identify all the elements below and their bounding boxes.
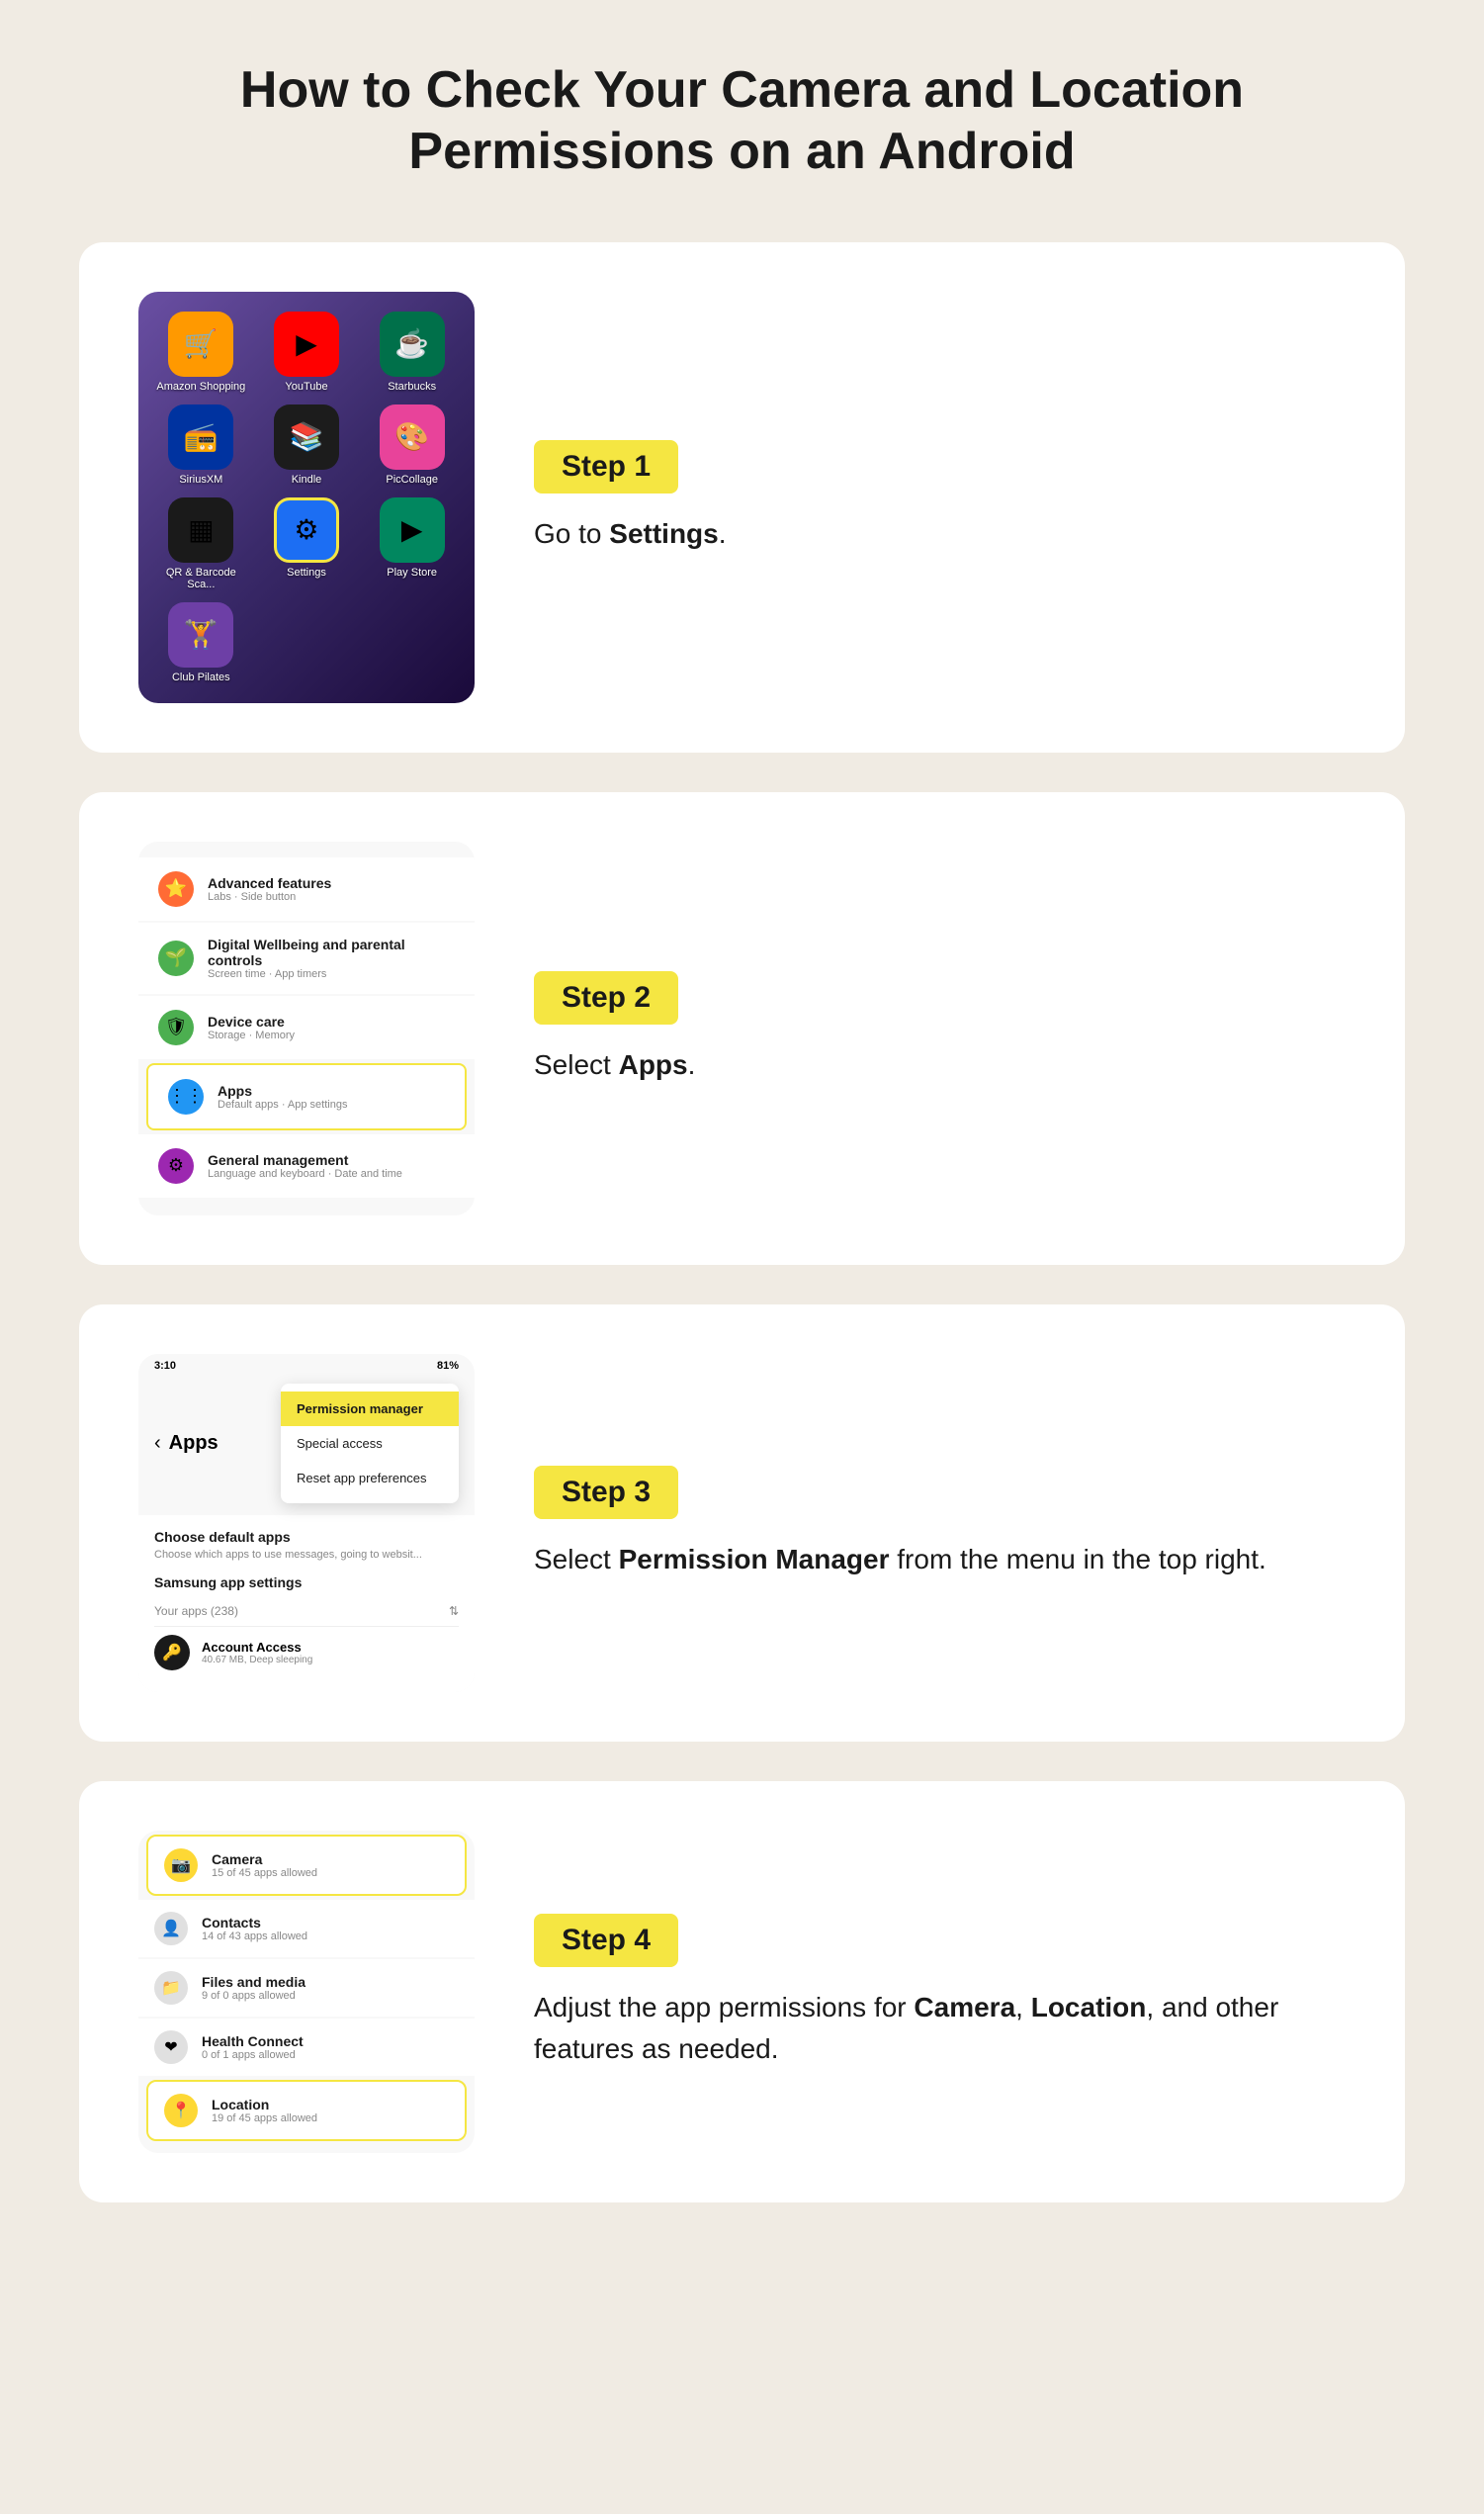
settings-item-digital-wellbeing-and-parental-controls: 🌱Digital Wellbeing and parental controls… bbox=[138, 923, 475, 994]
step1-phone: 🛒Amazon Shopping▶YouTube☕Starbucks 📻Siriu… bbox=[138, 292, 475, 703]
perm-item-health-connect: ❤Health Connect0 of 1 apps allowed bbox=[138, 2019, 475, 2076]
settings-item-apps: ⋮⋮AppsDefault apps · App settings bbox=[146, 1063, 467, 1130]
settings-screen: ⭐Advanced featuresLabs · Side button🌱Dig… bbox=[138, 842, 475, 1215]
step2-description: Select Apps. bbox=[534, 1044, 1346, 1086]
perm-item-files-and-media: 📁Files and media9 of 0 apps allowed bbox=[138, 1959, 475, 2017]
app-icon-siriusxm: 📻SiriusXM bbox=[154, 404, 248, 486]
step2-card: ⭐Advanced featuresLabs · Side button🌱Dig… bbox=[79, 792, 1405, 1265]
apps-count-row: Your apps (238) ⇅ bbox=[154, 1604, 459, 1618]
step1-badge: Step 1 bbox=[534, 440, 678, 494]
step4-description: Adjust the app permissions for Camera, L… bbox=[534, 1987, 1346, 2070]
apps-section-sub: Choose which apps to use messages, going… bbox=[154, 1549, 459, 1561]
apps-body: Choose default apps Choose which apps to… bbox=[138, 1515, 475, 1692]
app-icon-starbucks: ☕Starbucks bbox=[365, 312, 459, 393]
perm-item-camera: 📷Camera15 of 45 apps allowed bbox=[146, 1835, 467, 1896]
permission-dropdown: Permission managerSpecial accessReset ap… bbox=[281, 1384, 459, 1503]
dropdown-item-reset-app-preferences[interactable]: Reset app preferences bbox=[281, 1461, 459, 1495]
battery: 81% bbox=[437, 1360, 459, 1372]
apps-screen: 3:10 81% ‹ Apps Permission managerSpecia… bbox=[138, 1354, 475, 1692]
account-access-icon: 🔑 bbox=[154, 1635, 190, 1670]
step1-card: 🛒Amazon Shopping▶YouTube☕Starbucks 📻Siriu… bbox=[79, 242, 1405, 753]
dropdown-item-permission-manager[interactable]: Permission manager bbox=[281, 1392, 459, 1426]
step4-card: 📷Camera15 of 45 apps allowed👤Contacts14 … bbox=[79, 1781, 1405, 2202]
app-icon-kindle: 📚Kindle bbox=[260, 404, 354, 486]
step3-card: 3:10 81% ‹ Apps Permission managerSpecia… bbox=[79, 1304, 1405, 1742]
settings-item-device-care: 🛡Device careStorage · Memory bbox=[138, 996, 475, 1059]
step3-content: Step 3 Select Permission Manager from th… bbox=[534, 1466, 1346, 1580]
step4-badge: Step 4 bbox=[534, 1914, 678, 1967]
step3-badge: Step 3 bbox=[534, 1466, 678, 1519]
step1-description: Go to Settings. bbox=[534, 513, 1346, 555]
apps-header-left: ‹ Apps bbox=[154, 1432, 218, 1455]
app-icon-clubpilates: 🏋Club Pilates bbox=[154, 602, 248, 683]
page-title: How to Check Your Camera and Location Pe… bbox=[79, 40, 1405, 203]
app-icon-qr&barcodesca...: ▦QR & Barcode Sca... bbox=[154, 497, 248, 590]
step2-badge: Step 2 bbox=[534, 971, 678, 1025]
app-icon-playstore: ▶Play Store bbox=[365, 497, 459, 590]
step2-content: Step 2 Select Apps. bbox=[534, 971, 1346, 1086]
perm-item-contacts: 👤Contacts14 of 43 apps allowed bbox=[138, 1900, 475, 1957]
step3-phone: 3:10 81% ‹ Apps Permission managerSpecia… bbox=[138, 1354, 475, 1692]
account-access-text: Account Access 40.67 MB, Deep sleeping bbox=[202, 1640, 312, 1665]
step1-content: Step 1 Go to Settings. bbox=[534, 440, 1346, 555]
apps-section-title: Choose default apps bbox=[154, 1529, 459, 1545]
apps-list-item: 🔑 Account Access 40.67 MB, Deep sleeping bbox=[154, 1626, 459, 1678]
home-screen: 🛒Amazon Shopping▶YouTube☕Starbucks 📻Siriu… bbox=[138, 292, 475, 703]
step3-description: Select Permission Manager from the menu … bbox=[534, 1539, 1346, 1580]
settings-item-general-management: ⚙General managementLanguage and keyboard… bbox=[138, 1134, 475, 1198]
time: 3:10 bbox=[154, 1360, 176, 1372]
step4-content: Step 4 Adjust the app permissions for Ca… bbox=[534, 1914, 1346, 2070]
dropdown-item-special-access[interactable]: Special access bbox=[281, 1426, 459, 1461]
sort-icon: ⇅ bbox=[449, 1604, 459, 1618]
app-icon-piccollage: 🎨PicCollage bbox=[365, 404, 459, 486]
back-arrow-icon: ‹ bbox=[154, 1432, 161, 1455]
step4-phone: 📷Camera15 of 45 apps allowed👤Contacts14 … bbox=[138, 1831, 475, 2153]
status-bar: 3:10 81% bbox=[138, 1354, 475, 1376]
apps-count: Your apps (238) bbox=[154, 1604, 238, 1618]
step2-phone: ⭐Advanced featuresLabs · Side button🌱Dig… bbox=[138, 842, 475, 1215]
app-icon-settings: ⚙Settings bbox=[260, 497, 354, 590]
settings-item-advanced-features: ⭐Advanced featuresLabs · Side button bbox=[138, 857, 475, 921]
app-icon-youtube: ▶YouTube bbox=[260, 312, 354, 393]
apps-header: ‹ Apps Permission managerSpecial accessR… bbox=[138, 1376, 475, 1515]
permission-screen: 📷Camera15 of 45 apps allowed👤Contacts14 … bbox=[138, 1831, 475, 2153]
apps-header-title: Apps bbox=[169, 1432, 218, 1455]
app-icon-amazonshopping: 🛒Amazon Shopping bbox=[154, 312, 248, 393]
samsung-settings: Samsung app settings bbox=[154, 1574, 459, 1590]
perm-item-location: 📍Location19 of 45 apps allowed bbox=[146, 2080, 467, 2141]
